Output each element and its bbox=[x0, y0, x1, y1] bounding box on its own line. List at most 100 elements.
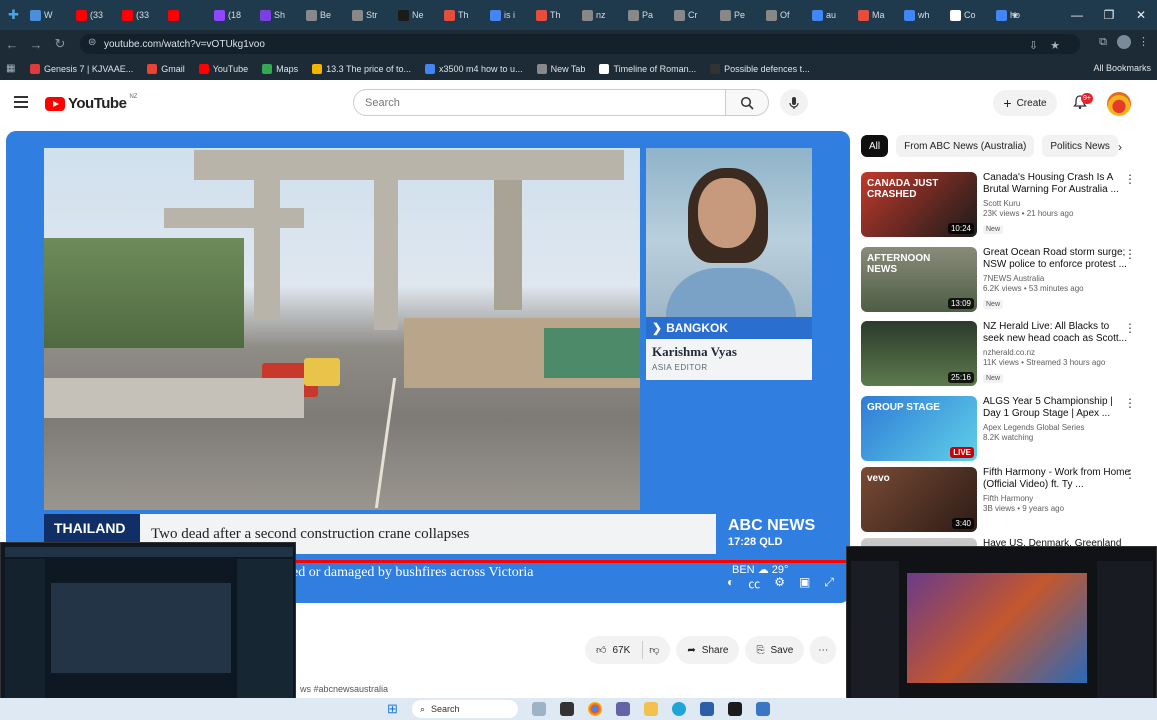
recommended-video[interactable]: vevo 3:40 Fifth Harmony - Work from Home (… bbox=[861, 467, 1146, 539]
app-icon[interactable] bbox=[699, 702, 714, 716]
minimize-button[interactable]: — bbox=[1061, 8, 1093, 22]
fullscreen-icon[interactable]: ⤢ bbox=[824, 575, 834, 592]
bookmark-star-icon[interactable]: ★ bbox=[1050, 39, 1060, 52]
teams-icon[interactable] bbox=[615, 702, 630, 716]
share-button[interactable]: ➦ Share bbox=[676, 636, 740, 664]
reload-button[interactable]: ↻ bbox=[48, 36, 72, 52]
autoplay-toggle-icon[interactable]: ◐ bbox=[727, 575, 734, 592]
search-button[interactable] bbox=[725, 89, 769, 116]
new-tab-icon[interactable]: ✚ bbox=[8, 7, 19, 23]
extensions-icon[interactable]: ⧉ bbox=[1099, 36, 1107, 49]
bookmark-item[interactable]: Gmail bbox=[147, 64, 185, 74]
browser-tab[interactable]: Pe bbox=[716, 4, 760, 26]
windows-start-icon[interactable]: ⊞ bbox=[387, 701, 398, 717]
description-hashtags[interactable]: ws #abcnewsaustralia bbox=[300, 684, 388, 694]
search-input[interactable]: Search bbox=[353, 89, 726, 116]
filter-chip[interactable]: From ABC News (Australia) bbox=[896, 135, 1035, 157]
taskbar-search[interactable]: ⌕ Search bbox=[411, 700, 518, 718]
video-thumbnail[interactable]: AFTERNOON NEWS 13:09 bbox=[861, 247, 977, 312]
video-thumbnail[interactable]: GROUP STAGE LIVE bbox=[861, 396, 977, 461]
more-options-icon[interactable]: ⋮ bbox=[1124, 321, 1136, 335]
thumbs-down-icon[interactable]: 👎︎ bbox=[649, 644, 659, 656]
browser-tab[interactable]: Sh bbox=[256, 4, 300, 26]
video-title[interactable]: NZ Herald Live: All Blacks to seek new h… bbox=[983, 321, 1133, 345]
bookmark-item[interactable]: x3500 m4 how to u... bbox=[425, 64, 523, 74]
browser-tab[interactable]: Th bbox=[532, 4, 576, 26]
video-thumbnail[interactable]: 25:16 bbox=[861, 321, 977, 386]
chrome-icon[interactable] bbox=[587, 702, 602, 716]
browser-tab[interactable]: Str bbox=[348, 4, 392, 26]
captions-icon[interactable]: ㏄ bbox=[748, 575, 760, 592]
browser-tab[interactable]: Th bbox=[440, 4, 484, 26]
browser-tab[interactable]: Ne bbox=[394, 4, 438, 26]
youtube-logo[interactable]: YouTube NZ bbox=[45, 94, 137, 112]
more-options-icon[interactable]: ⋮ bbox=[1124, 172, 1136, 186]
forward-button[interactable]: → bbox=[24, 37, 48, 52]
voice-search-button[interactable] bbox=[780, 89, 808, 116]
more-options-icon[interactable]: ⋮ bbox=[1124, 396, 1136, 410]
back-button[interactable]: ← bbox=[0, 37, 24, 52]
task-view-icon[interactable] bbox=[531, 702, 546, 716]
account-avatar[interactable] bbox=[1107, 92, 1131, 116]
recommended-video[interactable]: CANADA JUST CRASHED 10:24 Canada's Housing… bbox=[861, 172, 1146, 244]
hamburger-menu-icon[interactable] bbox=[14, 96, 28, 108]
browser-tab[interactable]: Pa bbox=[624, 4, 668, 26]
menu-icon[interactable]: ⋮ bbox=[1138, 35, 1149, 48]
url-input[interactable]: ⊜ youtube.com/watch?v=vOTUkg1voo ⇩ ★ bbox=[80, 34, 1080, 54]
close-window-button[interactable]: ✕ bbox=[1125, 8, 1157, 22]
browser-tab[interactable]: (33 bbox=[118, 4, 162, 26]
video-thumbnail[interactable]: CANADA JUST CRASHED 10:24 bbox=[861, 172, 977, 237]
apps-grid-icon[interactable]: ▦ bbox=[6, 63, 15, 74]
browser-tab[interactable]: nz bbox=[578, 4, 622, 26]
file-explorer-icon[interactable] bbox=[559, 702, 574, 716]
chevron-right-icon[interactable]: › bbox=[1118, 140, 1122, 154]
create-button[interactable]: + Create bbox=[993, 90, 1057, 116]
terminal-icon[interactable] bbox=[727, 702, 742, 716]
restore-button[interactable]: ❐ bbox=[1093, 8, 1125, 22]
video-thumbnail[interactable]: vevo 3:40 bbox=[861, 467, 977, 532]
browser-tab[interactable]: (18 bbox=[210, 4, 254, 26]
profile-icon[interactable] bbox=[1117, 35, 1131, 49]
like-button[interactable]: 👍︎ 67K 👎︎ bbox=[585, 636, 671, 664]
video-title[interactable]: ALGS Year 5 Championship | Day 1 Group S… bbox=[983, 396, 1133, 420]
video-title[interactable]: Canada's Housing Crash Is A Brutal Warni… bbox=[983, 172, 1133, 196]
bookmark-item[interactable]: YouTube bbox=[198, 64, 248, 74]
browser-tab[interactable] bbox=[164, 4, 208, 26]
video-title[interactable]: Great Ocean Road storm surge; NSW police… bbox=[983, 247, 1133, 271]
browser-tab[interactable]: is i bbox=[486, 4, 530, 26]
browser-tab[interactable]: Be bbox=[302, 4, 346, 26]
bookmark-item[interactable]: Possible defences t... bbox=[710, 64, 810, 74]
all-bookmarks-button[interactable]: All Bookmarks bbox=[1093, 63, 1151, 73]
save-button[interactable]: ⎘ Save bbox=[745, 636, 805, 664]
bookmark-item[interactable]: Genesis 7 | KJVAAE... bbox=[30, 64, 133, 74]
browser-tab[interactable]: Co bbox=[946, 4, 990, 26]
site-info-icon[interactable]: ⊜ bbox=[88, 37, 96, 48]
video-title[interactable]: Fifth Harmony - Work from Home (Official… bbox=[983, 467, 1133, 491]
bookmark-item[interactable]: Maps bbox=[262, 64, 298, 74]
browser-tab[interactable]: wh bbox=[900, 4, 944, 26]
install-icon[interactable]: ⇩ bbox=[1029, 39, 1038, 52]
folder-icon[interactable] bbox=[643, 702, 658, 716]
browser-tab[interactable]: Ma bbox=[854, 4, 898, 26]
more-options-icon[interactable]: ⋮ bbox=[1124, 467, 1136, 481]
browser-tab[interactable]: au bbox=[808, 4, 852, 26]
recommended-video[interactable]: 25:16 NZ Herald Live: All Blacks to seek … bbox=[861, 321, 1146, 393]
browser-tab[interactable]: Cr bbox=[670, 4, 714, 26]
recommended-video[interactable]: AFTERNOON NEWS 13:09 Great Ocean Road stor… bbox=[861, 247, 1146, 319]
filter-chip[interactable]: Politics News bbox=[1042, 135, 1118, 157]
browser-tab[interactable]: Of bbox=[762, 4, 806, 26]
settings-gear-icon[interactable]: ⚙ bbox=[774, 575, 785, 592]
recommended-video[interactable]: GROUP STAGE LIVE ALGS Year 5 Championship … bbox=[861, 396, 1146, 468]
browser-tab[interactable]: (33 bbox=[72, 4, 116, 26]
video-player[interactable]: ❯ BANGKOK Karishma Vyas ASIA EDITOR THAIL… bbox=[6, 131, 850, 603]
bookmark-item[interactable]: Timeline of Roman... bbox=[599, 64, 696, 74]
new-tab-button[interactable]: + bbox=[999, 8, 1031, 22]
browser-tab[interactable]: W bbox=[26, 4, 70, 26]
miniplayer-icon[interactable]: ▣ bbox=[799, 575, 810, 592]
filter-chip[interactable]: All bbox=[861, 135, 889, 157]
more-options-icon[interactable]: ⋮ bbox=[1124, 247, 1136, 261]
bookmark-item[interactable]: 13.3 The price of to... bbox=[312, 64, 411, 74]
more-actions-button[interactable]: ⋯ bbox=[810, 636, 837, 664]
bookmark-item[interactable]: New Tab bbox=[536, 64, 585, 74]
app-icon-2[interactable] bbox=[755, 702, 770, 716]
